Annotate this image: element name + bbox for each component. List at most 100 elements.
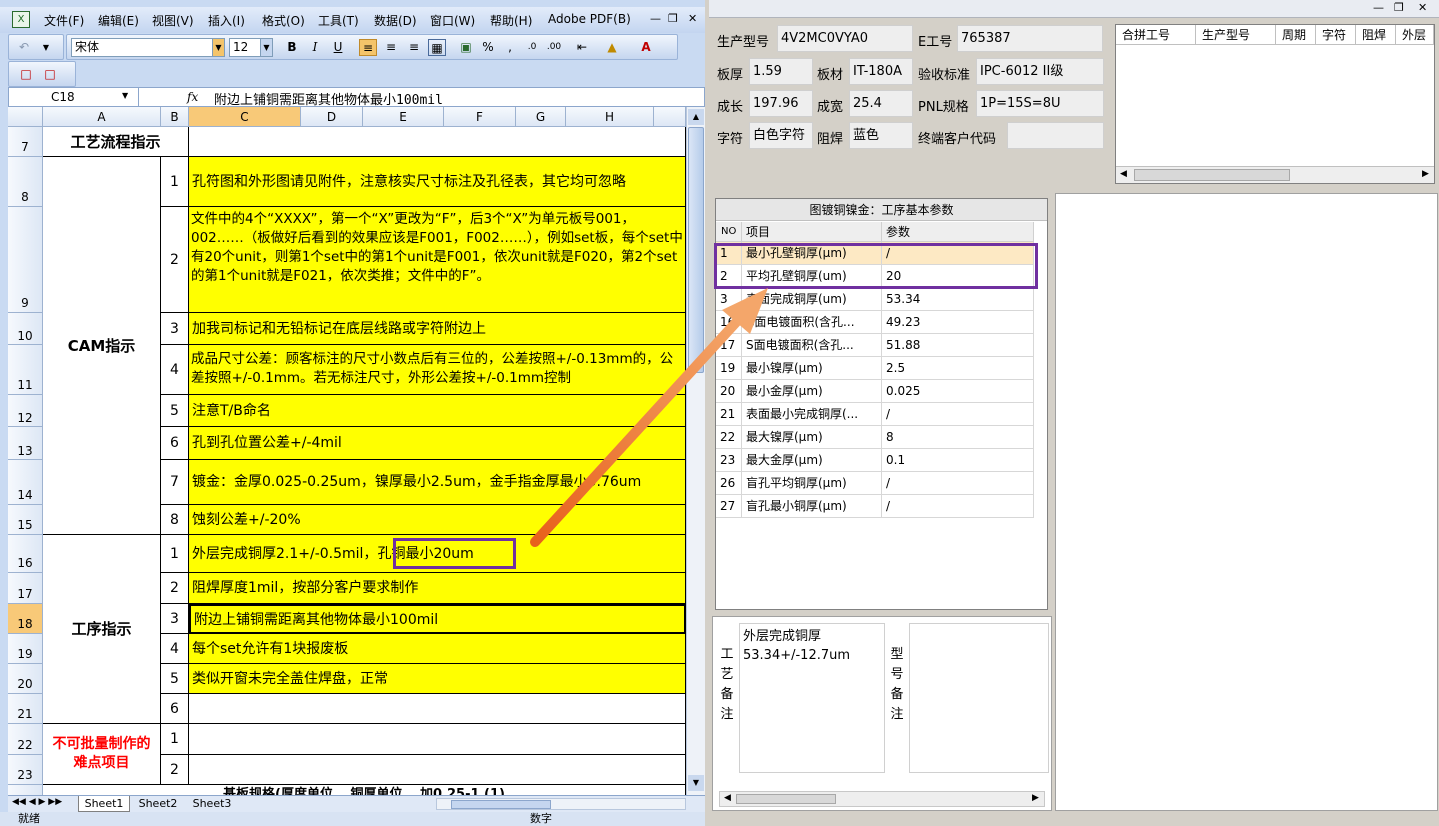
align-right-icon[interactable]: ≡: [405, 39, 423, 56]
menu-view[interactable]: 视图(V): [152, 12, 194, 29]
align-left-icon[interactable]: ≡: [359, 39, 377, 56]
e-number-field[interactable]: 765387: [957, 25, 1103, 52]
select-all-corner[interactable]: [8, 107, 43, 127]
notes-scroll-left-icon[interactable]: ◀: [724, 793, 731, 803]
standard-field[interactable]: IPC-6012 II级: [976, 58, 1104, 85]
param-header-item[interactable]: 项目: [742, 222, 882, 242]
excel-app-icon[interactable]: X: [12, 11, 30, 28]
param-item-cell[interactable]: 最小金厚(μm): [742, 380, 882, 403]
row-header-21[interactable]: 21: [8, 694, 43, 724]
param-no-cell[interactable]: 17: [716, 334, 742, 357]
param-item-cell[interactable]: S面电镀面积(含孔...: [742, 334, 882, 357]
scroll-down-icon[interactable]: ▼: [688, 775, 704, 791]
row-header-11[interactable]: 11: [8, 345, 43, 395]
align-center-icon[interactable]: ≡: [382, 39, 400, 56]
param-value-cell[interactable]: 0.025: [882, 380, 1034, 403]
col-header-g[interactable]: G: [516, 107, 566, 127]
font-name-dropdown-icon[interactable]: ▼: [212, 38, 225, 57]
sheet-tab-3[interactable]: Sheet3: [186, 796, 238, 812]
col-character[interactable]: 字符: [1316, 25, 1356, 45]
cam-text[interactable]: 加我司标记和无铅标记在底层线路或字符附边上: [189, 313, 686, 345]
bold-icon[interactable]: B: [283, 39, 301, 56]
decrease-decimal-icon[interactable]: .00: [545, 39, 563, 56]
width-field[interactable]: 25.4: [849, 90, 913, 117]
row-header-10[interactable]: 10: [8, 313, 43, 345]
col-combined-id[interactable]: 合拼工号: [1116, 25, 1196, 45]
close-icon[interactable]: ✕: [688, 12, 697, 25]
process-section-title[interactable]: 工序指示: [43, 535, 161, 724]
indent-icon[interactable]: ⇤: [573, 39, 591, 56]
param-item-cell[interactable]: 盲孔最小铜厚(μm): [742, 495, 882, 518]
notes-hscrollbar[interactable]: ◀ ▶: [719, 791, 1045, 807]
notes-scroll-right-icon[interactable]: ▶: [1032, 793, 1039, 803]
pdf-email-icon[interactable]: □: [41, 66, 59, 83]
menu-window[interactable]: 窗口(W): [430, 12, 475, 29]
row-header-23[interactable]: 23: [8, 755, 43, 785]
pnl-field[interactable]: 1P=15S=8U: [976, 90, 1104, 117]
col-header-b[interactable]: B: [161, 107, 189, 127]
scroll-up-icon[interactable]: ▲: [688, 109, 704, 125]
param-value-cell[interactable]: /: [882, 403, 1034, 426]
parts-scroll-thumb[interactable]: [1134, 169, 1290, 181]
param-row[interactable]: 16 C面电镀面积(含孔... 49.23: [716, 311, 1034, 334]
col-outer-layer[interactable]: 外层: [1396, 25, 1434, 45]
difficult-no[interactable]: 1: [161, 724, 189, 755]
process-text[interactable]: [189, 694, 686, 724]
row-header-20[interactable]: 20: [8, 664, 43, 694]
underline-icon[interactable]: U: [329, 39, 347, 56]
menu-format[interactable]: 格式(O): [262, 12, 305, 29]
process-text[interactable]: 每个set允许有1块报废板: [189, 634, 686, 664]
param-item-cell[interactable]: 最大镍厚(μm): [742, 426, 882, 449]
sheet-tab-2[interactable]: Sheet2: [132, 796, 184, 812]
cam-no[interactable]: 7: [161, 460, 189, 505]
font-size-dropdown-icon[interactable]: ▼: [260, 38, 273, 57]
cam-text[interactable]: 孔符图和外形图请见附件，注意核实尺寸标注及孔径表，其它均可忽略: [189, 157, 686, 207]
param-item-cell[interactable]: 最大金厚(μm): [742, 449, 882, 472]
process-text[interactable]: 阻焊厚度1mil，按部分客户要求制作: [189, 573, 686, 604]
difficult-section-title[interactable]: 不可批量制作的难点项目: [43, 724, 161, 785]
comma-icon[interactable]: ,: [501, 39, 519, 56]
fill-color-icon[interactable]: ▲: [603, 39, 621, 56]
param-value-cell[interactable]: 0.1: [882, 449, 1034, 472]
param-row[interactable]: 26 盲孔平均铜厚(μm) /: [716, 472, 1034, 495]
spreadsheet-grid[interactable]: A B C D E F G H 7 8 9 10 11 12 13 14 15 …: [8, 107, 686, 795]
process-flow-title[interactable]: 工艺流程指示: [43, 127, 189, 157]
hscroll-thumb[interactable]: [451, 800, 551, 809]
cam-no[interactable]: 8: [161, 505, 189, 535]
param-value-cell[interactable]: /: [882, 472, 1034, 495]
row-header-7[interactable]: 7: [8, 127, 43, 157]
param-item-cell[interactable]: 最小镍厚(μm): [742, 357, 882, 380]
param-header-no[interactable]: NO: [716, 222, 742, 242]
process-no[interactable]: 5: [161, 664, 189, 694]
undo-icon[interactable]: ↶: [15, 39, 33, 56]
param-row[interactable]: 23 最大金厚(μm) 0.1: [716, 449, 1034, 472]
param-no-cell[interactable]: 27: [716, 495, 742, 518]
currency-icon[interactable]: ▣: [457, 39, 475, 56]
param-no-cell[interactable]: 19: [716, 357, 742, 380]
difficult-text[interactable]: [189, 755, 686, 785]
param-value-cell[interactable]: 53.34: [882, 288, 1034, 311]
merge-center-icon[interactable]: ▦: [428, 39, 446, 56]
param-header-value[interactable]: 参数: [882, 222, 1034, 242]
param-row[interactable]: 17 S面电镀面积(含孔... 51.88: [716, 334, 1034, 357]
param-item-cell[interactable]: 盲孔平均铜厚(μm): [742, 472, 882, 495]
menu-data[interactable]: 数据(D): [374, 12, 417, 29]
param-item-cell[interactable]: C面电镀面积(含孔...: [742, 311, 882, 334]
material-field[interactable]: IT-180A: [849, 58, 913, 85]
col-header-d[interactable]: D: [301, 107, 363, 127]
first-sheet-icon[interactable]: ◀◀ ◀ ▶ ▶▶: [12, 797, 62, 807]
cam-no[interactable]: 5: [161, 395, 189, 427]
cam-text[interactable]: 蚀刻公差+/-20%: [189, 505, 686, 535]
col-header-c[interactable]: C: [189, 107, 301, 127]
combined-parts-list[interactable]: 合拼工号 生产型号 周期 字符 阻焊 外层 ◀ ▶: [1115, 24, 1435, 184]
param-item-cell[interactable]: 表面完成铜厚(um): [742, 288, 882, 311]
minimize-icon[interactable]: —: [650, 12, 661, 25]
cam-no[interactable]: 2: [161, 207, 189, 313]
cam-text[interactable]: 文件中的4个“XXXX”，第一个“X”更改为“F”，后3个“X”为单元板号001…: [189, 207, 686, 313]
undo-dropdown-icon[interactable]: ▼: [37, 39, 55, 56]
process-no[interactable]: 3: [161, 604, 189, 634]
param-row[interactable]: 21 表面最小完成铜厚(... /: [716, 403, 1034, 426]
length-field[interactable]: 197.96: [749, 90, 813, 117]
sheet-tab-1[interactable]: Sheet1: [78, 796, 130, 812]
param-no-cell[interactable]: 26: [716, 472, 742, 495]
